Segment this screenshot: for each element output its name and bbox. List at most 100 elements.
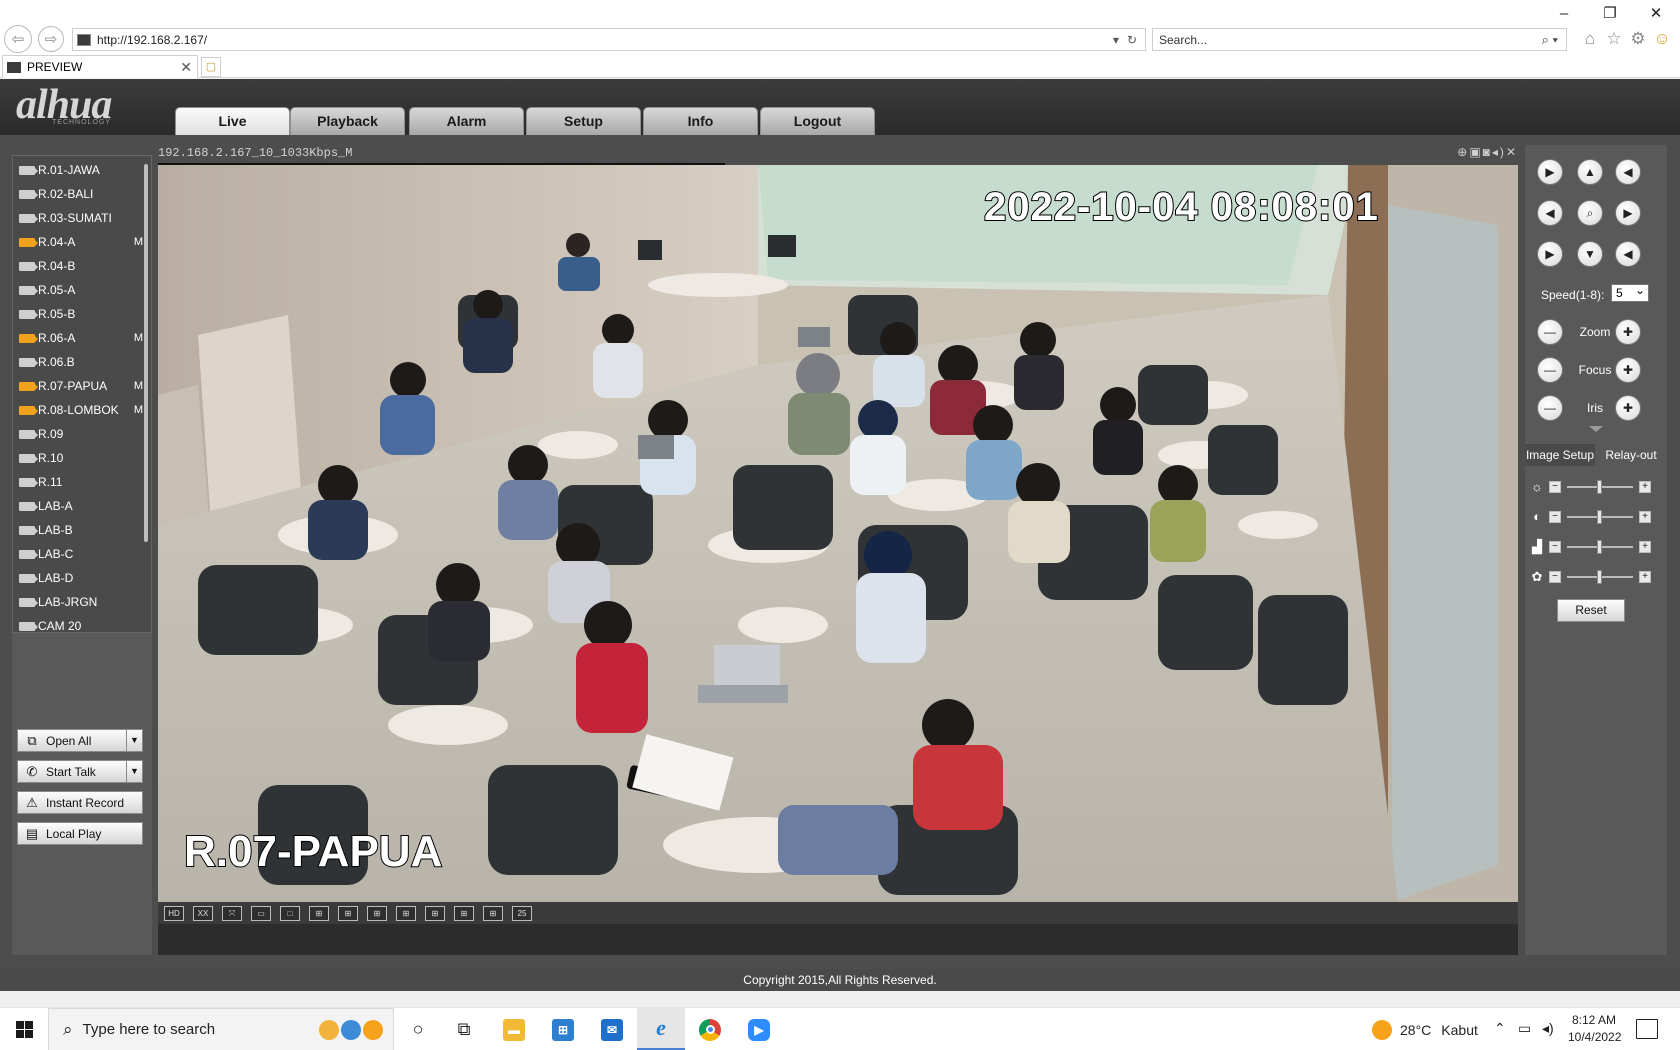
- device-list-scrollbar[interactable]: [144, 164, 148, 542]
- ptz-up-left-button[interactable]: ▶: [1537, 159, 1563, 185]
- address-url[interactable]: http://192.168.2.167/: [97, 33, 1113, 47]
- layout-icon[interactable]: ▭: [251, 905, 271, 921]
- zoom-plus-button[interactable]: ✚: [1615, 319, 1641, 345]
- browser-tab-preview[interactable]: PREVIEW ✕: [2, 55, 198, 78]
- reset-button[interactable]: Reset: [1557, 599, 1625, 622]
- brightness-minus-button[interactable]: −: [1549, 481, 1561, 493]
- snapshot-icon[interactable]: ▣: [1469, 145, 1482, 159]
- layout-icon[interactable]: ⊞: [425, 905, 445, 921]
- search-icon[interactable]: ⌕ ▾: [1542, 32, 1558, 48]
- new-tab-icon[interactable]: ▢: [201, 57, 221, 77]
- network-icon[interactable]: ▭: [1518, 1020, 1531, 1037]
- device-item[interactable]: CAM 20: [19, 616, 143, 632]
- feedback-smiley-icon[interactable]: ☺: [1651, 28, 1673, 50]
- tab-close-icon[interactable]: ✕: [180, 59, 192, 76]
- address-dropdown-icon[interactable]: ▾: [1113, 33, 1119, 47]
- microsoft-store-icon[interactable]: ⊞: [539, 1008, 587, 1050]
- ptz-down-right-button[interactable]: ◀: [1615, 241, 1641, 267]
- ptz-up-right-button[interactable]: ◀: [1615, 159, 1641, 185]
- layout-icon[interactable]: ⊞: [338, 905, 358, 921]
- restore-icon[interactable]: ❐: [1590, 2, 1630, 26]
- favorites-star-icon[interactable]: ☆: [1603, 28, 1625, 50]
- device-item[interactable]: LAB-JRGN: [19, 592, 143, 612]
- contrast-minus-button[interactable]: −: [1549, 511, 1561, 523]
- layout-icon[interactable]: □: [280, 905, 300, 921]
- system-clock[interactable]: 8:12 AM 10/4/2022: [1568, 1012, 1621, 1046]
- ptz-down-button[interactable]: ▼: [1577, 241, 1603, 267]
- main-tab-info[interactable]: Info: [643, 107, 758, 135]
- settings-gear-icon[interactable]: ⚙: [1627, 28, 1649, 50]
- device-item[interactable]: R.10: [19, 448, 143, 468]
- audio-icon[interactable]: ◂): [1492, 145, 1506, 159]
- start-talk-dropdown-icon[interactable]: ▼: [126, 761, 142, 782]
- collapse-panel-icon[interactable]: [1525, 425, 1667, 435]
- device-item[interactable]: R.06-A M: [19, 328, 143, 348]
- hue-minus-button[interactable]: −: [1549, 571, 1561, 583]
- home-icon[interactable]: ⌂: [1579, 28, 1601, 50]
- device-item[interactable]: R.05-A: [19, 280, 143, 300]
- weather-widget[interactable]: 28°C Kabut: [1372, 1020, 1478, 1040]
- focus-minus-button[interactable]: —: [1537, 357, 1563, 383]
- device-item[interactable]: R.04-B: [19, 256, 143, 276]
- layout-icon[interactable]: HD: [164, 905, 184, 921]
- layout-icon[interactable]: 25: [512, 905, 532, 921]
- live-video-feed[interactable]: 2022-10-04 08:08:01 R.07-PAPUA: [158, 165, 1518, 902]
- device-item[interactable]: LAB-A: [19, 496, 143, 516]
- address-bar[interactable]: http://192.168.2.167/ ▾ ↻: [72, 28, 1146, 51]
- device-item[interactable]: R.08-LOMBOK M: [19, 400, 143, 420]
- ptz-left-button[interactable]: ◀: [1537, 200, 1563, 226]
- device-item[interactable]: R.03-SUMATI: [19, 208, 143, 228]
- saturation-minus-button[interactable]: −: [1549, 541, 1561, 553]
- device-item[interactable]: R.04-A M: [19, 232, 143, 252]
- internet-explorer-icon[interactable]: e: [637, 1008, 685, 1050]
- device-item[interactable]: LAB-D: [19, 568, 143, 588]
- tray-chevron-icon[interactable]: ⌃: [1494, 1020, 1506, 1037]
- minimize-icon[interactable]: –: [1544, 2, 1584, 26]
- device-item[interactable]: LAB-C: [19, 544, 143, 564]
- device-item[interactable]: LAB-B: [19, 520, 143, 540]
- task-view-icon[interactable]: ⧉: [440, 1008, 488, 1050]
- main-tab-logout[interactable]: Logout: [760, 107, 875, 135]
- main-tab-alarm[interactable]: Alarm: [409, 107, 524, 135]
- browser-search-placeholder[interactable]: Search...: [1159, 33, 1542, 47]
- hue-plus-button[interactable]: +: [1639, 571, 1651, 583]
- start-talk-button[interactable]: ✆ Start Talk ▼: [17, 760, 143, 783]
- cortana-icon[interactable]: ○: [394, 1008, 442, 1050]
- open-all-dropdown-icon[interactable]: ▼: [126, 730, 142, 751]
- close-video-icon[interactable]: ✕: [1506, 145, 1518, 159]
- ptz-center-button[interactable]: ⌕: [1577, 200, 1603, 226]
- contrast-plus-button[interactable]: +: [1639, 511, 1651, 523]
- zoom-minus-button[interactable]: —: [1537, 319, 1563, 345]
- mail-icon[interactable]: ✉: [588, 1008, 636, 1050]
- chrome-icon[interactable]: [686, 1008, 734, 1050]
- start-button[interactable]: [0, 1008, 48, 1050]
- ptz-down-left-button[interactable]: ▶: [1537, 241, 1563, 267]
- main-tab-live[interactable]: Live: [175, 107, 290, 135]
- layout-icon[interactable]: ⊞: [483, 905, 503, 921]
- contrast-slider-thumb[interactable]: [1597, 510, 1602, 524]
- record-icon[interactable]: ◙: [1483, 145, 1492, 159]
- tab-image-setup[interactable]: Image Setup: [1525, 444, 1595, 466]
- layout-icon[interactable]: ⤧: [222, 905, 242, 921]
- hue-slider-thumb[interactable]: [1597, 570, 1602, 584]
- volume-icon[interactable]: ◂): [1542, 1020, 1554, 1037]
- brightness-slider-thumb[interactable]: [1597, 480, 1602, 494]
- tab-relay-out[interactable]: Relay-out: [1597, 444, 1665, 466]
- local-play-button[interactable]: ▤ Local Play: [17, 822, 143, 845]
- notification-icon[interactable]: [1636, 1019, 1658, 1039]
- device-item[interactable]: R.09: [19, 424, 143, 444]
- saturation-slider-thumb[interactable]: [1597, 540, 1602, 554]
- iris-minus-button[interactable]: —: [1537, 395, 1563, 421]
- speed-select[interactable]: 5: [1611, 282, 1649, 302]
- open-all-button[interactable]: ⧉ Open All ▼: [17, 729, 143, 752]
- zoom-app-icon[interactable]: ▶: [735, 1008, 783, 1050]
- ptz-up-button[interactable]: ▲: [1577, 159, 1603, 185]
- main-tab-playback[interactable]: Playback: [290, 107, 405, 135]
- taskbar-search[interactable]: ⌕ Type here to search: [48, 1008, 394, 1050]
- device-item[interactable]: R.02-BALI: [19, 184, 143, 204]
- layout-icon[interactable]: ⊞: [454, 905, 474, 921]
- device-item[interactable]: R.07-PAPUA M: [19, 376, 143, 396]
- layout-icon[interactable]: ⊞: [396, 905, 416, 921]
- device-item[interactable]: R.06.B: [19, 352, 143, 372]
- device-item[interactable]: R.05-B: [19, 304, 143, 324]
